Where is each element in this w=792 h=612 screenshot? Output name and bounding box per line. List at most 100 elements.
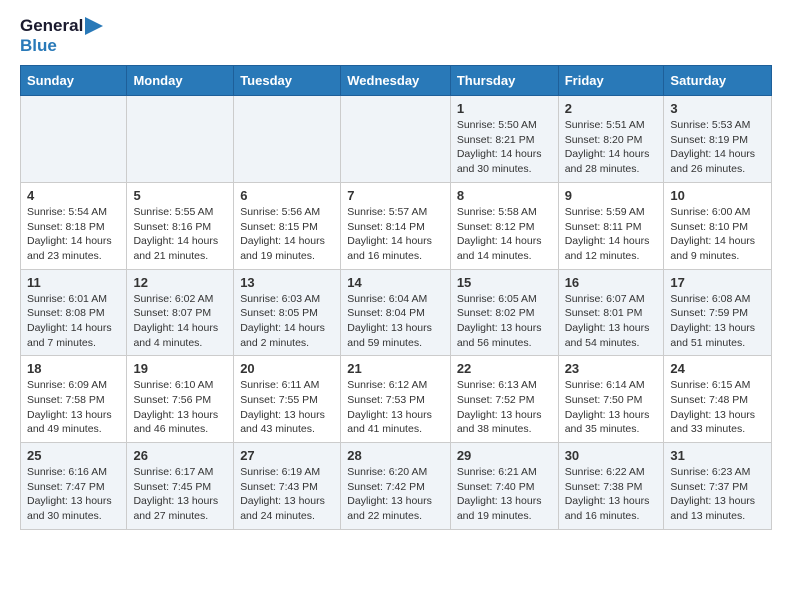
day-info: Sunrise: 6:04 AM Sunset: 8:04 PM Dayligh… — [347, 292, 444, 351]
day-number: 3 — [670, 101, 765, 116]
weekday-header-friday: Friday — [558, 66, 664, 96]
day-number: 24 — [670, 361, 765, 376]
day-info: Sunrise: 6:23 AM Sunset: 7:37 PM Dayligh… — [670, 465, 765, 524]
day-number: 28 — [347, 448, 444, 463]
day-info: Sunrise: 6:02 AM Sunset: 8:07 PM Dayligh… — [133, 292, 227, 351]
day-info: Sunrise: 6:19 AM Sunset: 7:43 PM Dayligh… — [240, 465, 334, 524]
calendar-cell: 7 Sunrise: 5:57 AM Sunset: 8:14 PM Daylig… — [341, 182, 451, 269]
week-row-2: 4 Sunrise: 5:54 AM Sunset: 8:18 PM Daylig… — [21, 182, 772, 269]
calendar-cell: 10 Sunrise: 6:00 AM Sunset: 8:10 PM Dayli… — [664, 182, 772, 269]
day-number: 22 — [457, 361, 552, 376]
day-info: Sunrise: 6:11 AM Sunset: 7:55 PM Dayligh… — [240, 378, 334, 437]
day-number: 5 — [133, 188, 227, 203]
day-info: Sunrise: 5:51 AM Sunset: 8:20 PM Dayligh… — [565, 118, 658, 177]
day-info: Sunrise: 6:09 AM Sunset: 7:58 PM Dayligh… — [27, 378, 120, 437]
day-info: Sunrise: 5:50 AM Sunset: 8:21 PM Dayligh… — [457, 118, 552, 177]
day-number: 18 — [27, 361, 120, 376]
day-number: 17 — [670, 275, 765, 290]
day-info: Sunrise: 6:13 AM Sunset: 7:52 PM Dayligh… — [457, 378, 552, 437]
week-row-5: 25Sunrise: 6:16 AM Sunset: 7:47 PM Dayli… — [21, 443, 772, 530]
week-row-1: 1 Sunrise: 5:50 AM Sunset: 8:21 PM Daylig… — [21, 96, 772, 183]
day-number: 16 — [565, 275, 658, 290]
day-info: Sunrise: 6:15 AM Sunset: 7:48 PM Dayligh… — [670, 378, 765, 437]
day-info: Sunrise: 6:05 AM Sunset: 8:02 PM Dayligh… — [457, 292, 552, 351]
day-info: Sunrise: 5:53 AM Sunset: 8:19 PM Dayligh… — [670, 118, 765, 177]
calendar-cell: 30 Sunrise: 6:22 AM Sunset: 7:38 PM Dayli… — [558, 443, 664, 530]
calendar-cell: 29 Sunrise: 6:21 AM Sunset: 7:40 PM Dayli… — [450, 443, 558, 530]
calendar-cell: 27 Sunrise: 6:19 AM Sunset: 7:43 PM Dayli… — [234, 443, 341, 530]
logo-general: General — [20, 16, 83, 36]
week-row-3: 11 Sunrise: 6:01 AM Sunset: 8:08 PM Dayli… — [21, 269, 772, 356]
day-info: Sunrise: 5:56 AM Sunset: 8:15 PM Dayligh… — [240, 205, 334, 264]
day-info: Sunrise: 6:17 AM Sunset: 7:45 PM Dayligh… — [133, 465, 227, 524]
weekday-header-saturday: Saturday — [664, 66, 772, 96]
calendar-table: SundayMondayTuesdayWednesdayThursdayFrid… — [20, 65, 772, 530]
calendar-cell: 1 Sunrise: 5:50 AM Sunset: 8:21 PM Daylig… — [450, 96, 558, 183]
calendar-cell: 12 Sunrise: 6:02 AM Sunset: 8:07 PM Dayli… — [127, 269, 234, 356]
day-number: 26 — [133, 448, 227, 463]
day-info: Sunrise: 5:57 AM Sunset: 8:14 PM Dayligh… — [347, 205, 444, 264]
weekday-header-wednesday: Wednesday — [341, 66, 451, 96]
day-number: 11 — [27, 275, 120, 290]
weekday-header-thursday: Thursday — [450, 66, 558, 96]
day-number: 1 — [457, 101, 552, 116]
logo-triangle-icon — [85, 17, 103, 35]
day-number: 27 — [240, 448, 334, 463]
day-info: Sunrise: 6:08 AM Sunset: 7:59 PM Dayligh… — [670, 292, 765, 351]
logo-blue: Blue — [20, 36, 103, 56]
day-number: 20 — [240, 361, 334, 376]
calendar-cell — [341, 96, 451, 183]
calendar-cell: 8 Sunrise: 5:58 AM Sunset: 8:12 PM Daylig… — [450, 182, 558, 269]
day-info: Sunrise: 5:55 AM Sunset: 8:16 PM Dayligh… — [133, 205, 227, 264]
day-number: 31 — [670, 448, 765, 463]
day-info: Sunrise: 6:03 AM Sunset: 8:05 PM Dayligh… — [240, 292, 334, 351]
week-row-4: 18 Sunrise: 6:09 AM Sunset: 7:58 PM Dayli… — [21, 356, 772, 443]
calendar-cell: 5 Sunrise: 5:55 AM Sunset: 8:16 PM Daylig… — [127, 182, 234, 269]
day-number: 9 — [565, 188, 658, 203]
day-number: 21 — [347, 361, 444, 376]
day-info: Sunrise: 5:58 AM Sunset: 8:12 PM Dayligh… — [457, 205, 552, 264]
day-info: Sunrise: 6:12 AM Sunset: 7:53 PM Dayligh… — [347, 378, 444, 437]
day-info: Sunrise: 6:00 AM Sunset: 8:10 PM Dayligh… — [670, 205, 765, 264]
calendar-cell: 9 Sunrise: 5:59 AM Sunset: 8:11 PM Daylig… — [558, 182, 664, 269]
calendar-cell: 13Sunrise: 6:03 AM Sunset: 8:05 PM Dayli… — [234, 269, 341, 356]
calendar-cell: 21 Sunrise: 6:12 AM Sunset: 7:53 PM Dayli… — [341, 356, 451, 443]
day-number: 30 — [565, 448, 658, 463]
calendar-cell: 6Sunrise: 5:56 AM Sunset: 8:15 PM Daylig… — [234, 182, 341, 269]
day-number: 8 — [457, 188, 552, 203]
calendar-cell: 17 Sunrise: 6:08 AM Sunset: 7:59 PM Dayli… — [664, 269, 772, 356]
day-number: 2 — [565, 101, 658, 116]
day-number: 4 — [27, 188, 120, 203]
day-number: 15 — [457, 275, 552, 290]
day-info: Sunrise: 6:14 AM Sunset: 7:50 PM Dayligh… — [565, 378, 658, 437]
calendar-cell: 19Sunrise: 6:10 AM Sunset: 7:56 PM Dayli… — [127, 356, 234, 443]
calendar-cell: 2 Sunrise: 5:51 AM Sunset: 8:20 PM Daylig… — [558, 96, 664, 183]
calendar-cell: 28Sunrise: 6:20 AM Sunset: 7:42 PM Dayli… — [341, 443, 451, 530]
day-number: 12 — [133, 275, 227, 290]
day-info: Sunrise: 6:07 AM Sunset: 8:01 PM Dayligh… — [565, 292, 658, 351]
calendar-cell — [21, 96, 127, 183]
day-number: 10 — [670, 188, 765, 203]
day-number: 7 — [347, 188, 444, 203]
calendar-cell: 25Sunrise: 6:16 AM Sunset: 7:47 PM Dayli… — [21, 443, 127, 530]
calendar-cell: 16 Sunrise: 6:07 AM Sunset: 8:01 PM Dayli… — [558, 269, 664, 356]
day-info: Sunrise: 6:16 AM Sunset: 7:47 PM Dayligh… — [27, 465, 120, 524]
day-info: Sunrise: 6:01 AM Sunset: 8:08 PM Dayligh… — [27, 292, 120, 351]
calendar-cell: 15 Sunrise: 6:05 AM Sunset: 8:02 PM Dayli… — [450, 269, 558, 356]
day-info: Sunrise: 5:59 AM Sunset: 8:11 PM Dayligh… — [565, 205, 658, 264]
calendar-cell: 14Sunrise: 6:04 AM Sunset: 8:04 PM Dayli… — [341, 269, 451, 356]
day-info: Sunrise: 6:21 AM Sunset: 7:40 PM Dayligh… — [457, 465, 552, 524]
weekday-header-monday: Monday — [127, 66, 234, 96]
day-info: Sunrise: 6:10 AM Sunset: 7:56 PM Dayligh… — [133, 378, 227, 437]
calendar-cell: 20 Sunrise: 6:11 AM Sunset: 7:55 PM Dayli… — [234, 356, 341, 443]
calendar-cell: 4 Sunrise: 5:54 AM Sunset: 8:18 PM Daylig… — [21, 182, 127, 269]
calendar-cell: 22 Sunrise: 6:13 AM Sunset: 7:52 PM Dayli… — [450, 356, 558, 443]
weekday-header-tuesday: Tuesday — [234, 66, 341, 96]
calendar-cell — [127, 96, 234, 183]
calendar-cell: 18 Sunrise: 6:09 AM Sunset: 7:58 PM Dayli… — [21, 356, 127, 443]
day-info: Sunrise: 6:22 AM Sunset: 7:38 PM Dayligh… — [565, 465, 658, 524]
calendar-cell: 26 Sunrise: 6:17 AM Sunset: 7:45 PM Dayli… — [127, 443, 234, 530]
day-info: Sunrise: 5:54 AM Sunset: 8:18 PM Dayligh… — [27, 205, 120, 264]
calendar-cell — [234, 96, 341, 183]
day-number: 29 — [457, 448, 552, 463]
